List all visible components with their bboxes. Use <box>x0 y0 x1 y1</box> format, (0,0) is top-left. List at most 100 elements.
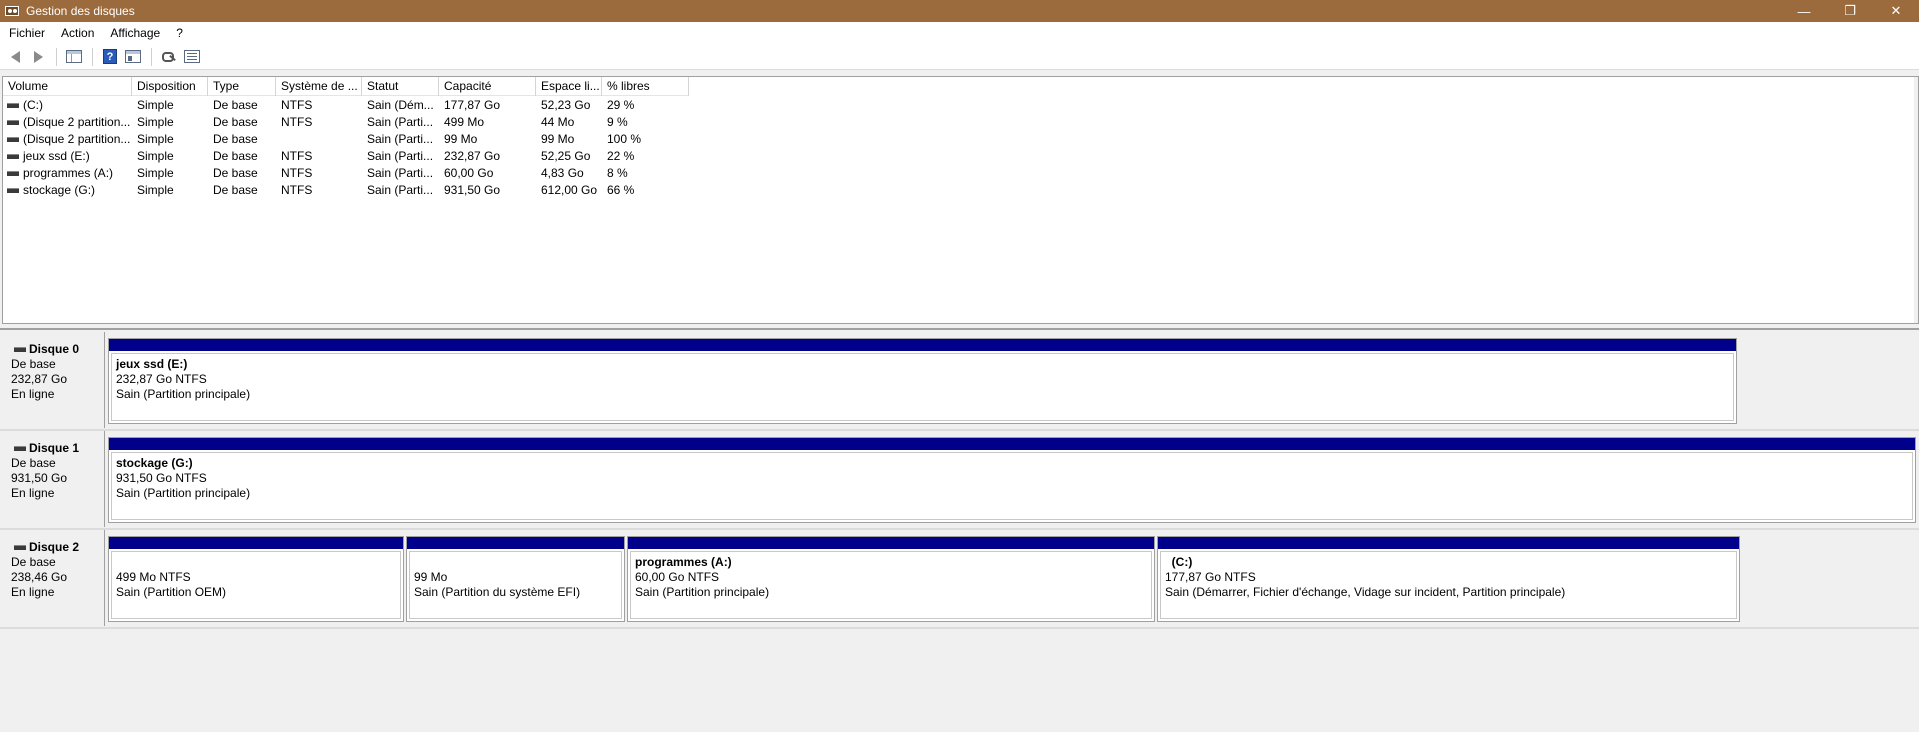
cell-free-space: 52,23 Go <box>541 98 591 112</box>
help-button[interactable]: ? <box>99 47 121 67</box>
cell-disposition: Simple <box>137 183 174 197</box>
partition-size: 60,00 Go NTFS <box>635 570 720 584</box>
partition-label: jeux ssd (E:) <box>116 357 188 371</box>
cell-status: Sain (Parti... <box>367 183 434 197</box>
disk-row-0: Disque 0 De base 232,87 Go En ligne jeux… <box>2 332 1919 428</box>
column-header-filesystem[interactable]: Système de ... <box>276 77 362 96</box>
cell-percent-free: 9 % <box>607 115 628 129</box>
cell-filesystem: NTFS <box>281 183 313 197</box>
cell-disposition: Simple <box>137 149 174 163</box>
column-header-volume[interactable]: Volume <box>3 77 132 96</box>
cell-filesystem: NTFS <box>281 115 313 129</box>
partition-label: (C:) <box>1165 555 1193 569</box>
disk-info[interactable]: Disque 2 De base 238,46 Go En ligne <box>2 530 105 626</box>
cell-free-space: 612,00 Go <box>541 183 598 197</box>
key-button[interactable] <box>158 47 180 67</box>
volume-list[interactable]: Volume Disposition Type Système de ... S… <box>2 76 1919 324</box>
disk-icon <box>14 545 26 550</box>
cell-status: Sain (Dém... <box>367 98 434 112</box>
back-button[interactable] <box>4 47 26 67</box>
cell-type: De base <box>213 115 258 129</box>
cell-status: Sain (Parti... <box>367 115 434 129</box>
column-header-type[interactable]: Type <box>208 77 276 96</box>
disk-type: De base <box>11 357 56 371</box>
column-header-status[interactable]: Statut <box>362 77 439 96</box>
disk-name: Disque 0 <box>29 342 80 356</box>
volume-icon <box>7 154 19 159</box>
menu-action[interactable]: Action <box>53 22 102 44</box>
volume-name: stockage (G:) <box>23 183 96 197</box>
partition[interactable]: programmes (A:) 60,00 Go NTFS Sain (Part… <box>627 536 1155 622</box>
partition-bar <box>109 438 1915 450</box>
disk-status: En ligne <box>11 486 55 500</box>
table-row[interactable]: (Disque 2 partition... Simple De base Sain … <box>3 131 689 148</box>
cell-percent-free: 22 % <box>607 149 635 163</box>
partition-size: 99 Mo <box>414 570 448 584</box>
menu-affichage[interactable]: Affichage <box>102 22 168 44</box>
close-button[interactable]: ✕ <box>1873 0 1919 22</box>
partition-status: Sain (Partition du système EFI) <box>414 585 581 599</box>
forward-button[interactable] <box>27 47 49 67</box>
list-button[interactable] <box>181 47 203 67</box>
cell-filesystem: NTFS <box>281 166 313 180</box>
disk-icon <box>14 446 26 451</box>
cell-free-space: 4,83 Go <box>541 166 584 180</box>
disk-size: 931,50 Go <box>11 471 68 485</box>
restore-button[interactable]: ❐ <box>1827 0 1873 22</box>
partition[interactable]: 99 Mo Sain (Partition du système EFI) <box>406 536 625 622</box>
cell-filesystem <box>276 131 362 148</box>
table-row[interactable]: programmes (A:) Simple De base NTFS Sain (Pa… <box>3 165 689 182</box>
partition-size: 499 Mo NTFS <box>116 570 191 584</box>
cell-volume: (Disque 2 partition... <box>3 114 132 131</box>
disk-info[interactable]: Disque 0 De base 232,87 Go En ligne <box>2 332 105 428</box>
forward-icon <box>33 50 43 63</box>
cell-volume: stockage (G:) <box>3 182 132 199</box>
list-header: Volume Disposition Type Système de ... S… <box>3 77 689 96</box>
cell-capacity: 99 Mo <box>444 132 478 146</box>
cell-disposition: Simple <box>137 98 174 112</box>
cell-type: De base <box>213 132 258 146</box>
disk-info[interactable]: Disque 1 De base 931,50 Go En ligne <box>2 431 105 527</box>
column-header-capacity[interactable]: Capacité <box>439 77 536 96</box>
table-row[interactable]: (C:) Simple De base NTFS Sain (Dém... 177,87 … <box>3 97 689 114</box>
disk-icon <box>14 347 26 352</box>
scrollbar[interactable] <box>1914 77 1918 323</box>
partition[interactable]: 499 Mo NTFS Sain (Partition OEM) <box>108 536 404 622</box>
table-row[interactable]: jeux ssd (E:) Simple De base NTFS Sain (Part… <box>3 148 689 165</box>
cell-status: Sain (Parti... <box>367 166 434 180</box>
disk-name: Disque 2 <box>29 540 80 554</box>
menu-help[interactable]: ? <box>168 22 191 44</box>
show-hide-button[interactable] <box>122 47 144 67</box>
minimize-button[interactable]: — <box>1781 0 1827 22</box>
cell-free-space: 44 Mo <box>541 115 575 129</box>
table-row[interactable]: (Disque 2 partition... Simple De base NTFS S… <box>3 114 689 131</box>
volume-icon <box>7 137 19 142</box>
console-tree-button[interactable] <box>63 47 85 67</box>
cell-status: Sain (Parti... <box>367 149 434 163</box>
volume-icon <box>7 171 19 176</box>
volume-icon <box>7 103 19 108</box>
cell-free-space: 99 Mo <box>541 132 575 146</box>
column-header-disposition[interactable]: Disposition <box>132 77 208 96</box>
table-row[interactable]: stockage (G:) Simple De base NTFS Sain (Part… <box>3 182 689 199</box>
disk-type: De base <box>11 555 56 569</box>
column-header-free-space[interactable]: Espace li... <box>536 77 602 96</box>
partition[interactable]: (C:) 177,87 Go NTFS Sain (Démarrer, Fich… <box>1157 536 1740 622</box>
partition-size: 931,50 Go NTFS <box>116 471 207 485</box>
cell-capacity: 60,00 Go <box>444 166 494 180</box>
disk-status: En ligne <box>11 585 55 599</box>
partition[interactable]: stockage (G:) 931,50 Go NTFS Sain (Parti… <box>108 437 1916 523</box>
cell-volume: (Disque 2 partition... <box>3 131 132 148</box>
column-header-percent-free[interactable]: % libres <box>602 77 689 96</box>
cell-volume: programmes (A:) <box>3 165 132 182</box>
partition-status: Sain (Partition principale) <box>635 585 770 599</box>
partition-bar <box>628 537 1154 549</box>
toolbar: ? <box>0 44 1919 70</box>
partition-label <box>116 555 396 570</box>
menu-bar: Fichier Action Affichage ? <box>0 22 1919 44</box>
partition[interactable]: jeux ssd (E:) 232,87 Go NTFS Sain (Parti… <box>108 338 1737 424</box>
menu-fichier[interactable]: Fichier <box>0 22 53 44</box>
show-hide-icon <box>125 50 141 63</box>
volume-icon <box>7 188 19 193</box>
disk-row-1: Disque 1 De base 931,50 Go En ligne stoc… <box>2 431 1919 527</box>
